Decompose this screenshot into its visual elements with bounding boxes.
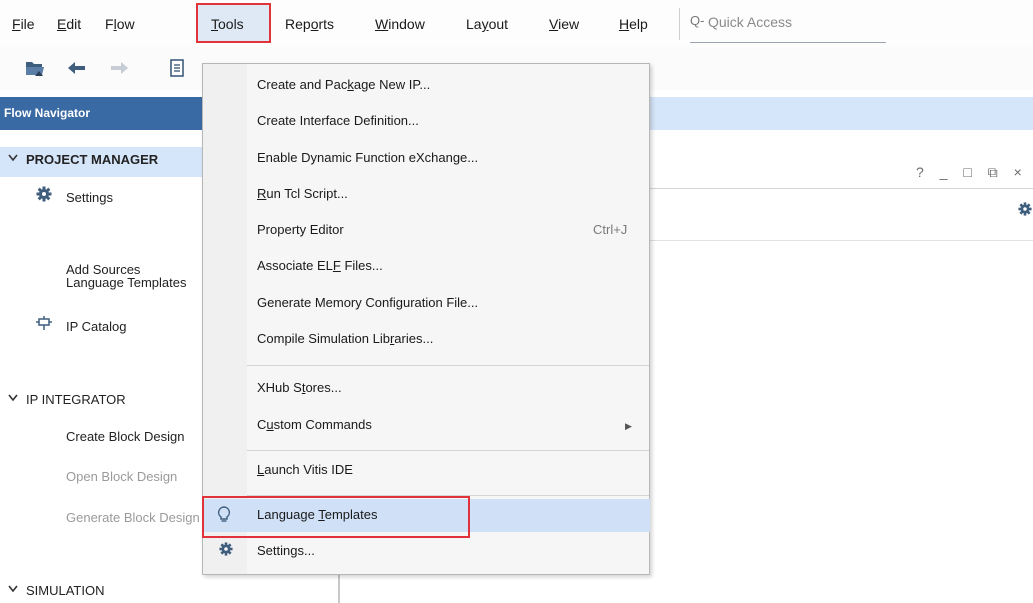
menu-layout[interactable]: Layout — [466, 14, 508, 34]
open-project-icon[interactable] — [24, 57, 46, 79]
menubar-separator — [679, 8, 680, 40]
undo-icon[interactable] — [66, 57, 88, 79]
section-ip-integrator[interactable]: IP INTEGRATOR — [26, 392, 126, 407]
menu-file[interactable]: File — [12, 14, 35, 34]
nav-item-settings[interactable]: Settings — [66, 190, 202, 205]
menu-bar — [0, 0, 1033, 47]
section-project-manager[interactable]: PROJECT MANAGER — [26, 152, 202, 167]
nav-item-create-block-design[interactable]: Create Block Design — [66, 429, 202, 444]
menu-help[interactable]: Help — [619, 14, 648, 34]
menu-window[interactable]: Window — [375, 14, 425, 34]
chevron-down-icon[interactable] — [8, 582, 18, 596]
nav-item-ip-catalog[interactable]: IP Catalog — [66, 319, 202, 334]
menu-item-associate-elf[interactable]: Associate ELF Files... — [257, 258, 383, 273]
chevron-down-icon[interactable] — [8, 391, 18, 405]
menu-item-xhub-stores[interactable]: XHub Stores... — [257, 380, 342, 395]
quick-access-input[interactable]: Quick Access — [708, 14, 792, 30]
menu-item-create-package-ip[interactable]: Create and Package New IP... — [257, 77, 430, 92]
right-panel-divider — [650, 240, 1033, 241]
menu-item-run-tcl-script[interactable]: Run Tcl Script... — [257, 186, 348, 201]
section-simulation[interactable]: SIMULATION — [26, 583, 105, 598]
nav-item-generate-block-design: Generate Block Design — [66, 510, 200, 525]
right-header-banner — [650, 97, 1033, 130]
window-controls[interactable]: ? _ □ ⧉ × — [916, 164, 1028, 181]
redo-icon[interactable] — [108, 57, 130, 79]
menu-edit[interactable]: Edit — [57, 14, 81, 34]
menu-view[interactable]: View — [549, 14, 579, 34]
menu-tools[interactable]: Tools — [211, 14, 244, 34]
nav-item-language-templates[interactable]: Language Templates — [66, 275, 202, 290]
menu-item-property-editor[interactable]: Property Editor — [257, 222, 344, 237]
gear-icon[interactable] — [1018, 202, 1032, 219]
menu-item-custom-commands[interactable]: Custom Commands — [257, 417, 372, 432]
gear-icon — [219, 542, 233, 559]
flow-navigator-header: Flow Navigator — [0, 97, 202, 130]
menu-reports[interactable]: Reports — [285, 14, 334, 34]
chevron-down-icon[interactable] — [8, 151, 18, 165]
ip-catalog-icon — [36, 315, 52, 334]
quick-access-search-icon: Q- — [690, 13, 705, 28]
nav-item-open-block-design: Open Block Design — [66, 469, 178, 484]
quick-access-underline — [690, 42, 886, 43]
menu-item-launch-vitis-ide[interactable]: Launch Vitis IDE — [257, 462, 353, 477]
menu-item-create-interface-definition[interactable]: Create Interface Definition... — [257, 113, 419, 128]
document-icon[interactable] — [166, 57, 188, 79]
menu-separator — [247, 365, 649, 366]
property-editor-shortcut: Ctrl+J — [593, 222, 628, 237]
menu-item-generate-memory-config[interactable]: Generate Memory Configuration File... — [257, 295, 478, 310]
menu-separator — [247, 450, 649, 451]
menu-item-enable-dfx[interactable]: Enable Dynamic Function eXchange... — [257, 150, 478, 165]
submenu-arrow-icon: ▶ — [625, 421, 632, 431]
gear-icon — [36, 186, 52, 205]
language-templates-callout — [202, 496, 470, 538]
menu-item-compile-sim-libraries[interactable]: Compile Simulation Libraries... — [257, 331, 433, 346]
menu-flow[interactable]: Flow — [105, 14, 135, 34]
panel-splitter[interactable] — [338, 575, 340, 603]
menu-item-settings[interactable]: Settings... — [257, 543, 315, 558]
